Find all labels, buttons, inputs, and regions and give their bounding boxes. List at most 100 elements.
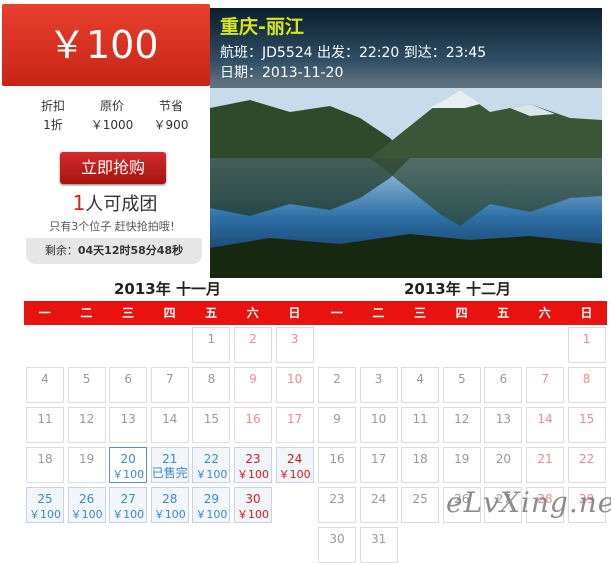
group-suffix: 人可成团 [85, 194, 158, 215]
day-number: 29 [203, 492, 220, 506]
day-number: 9 [333, 412, 341, 426]
day-number: 12 [78, 412, 95, 426]
site-watermark: eLvXing.net [446, 486, 611, 519]
calendar-day: 15 [192, 407, 231, 443]
calendar-day[interactable]: 29 ￥100 [192, 487, 231, 523]
price-value: ￥100 [48, 23, 159, 67]
day-number: 15 [203, 412, 220, 426]
day-number: 19 [454, 452, 470, 466]
november-title: 2013年 十一月 [114, 280, 221, 298]
calendar-day: 31 [359, 527, 398, 563]
calendar-day: 21 [526, 447, 564, 483]
day-number: 5 [457, 372, 466, 386]
day-number: 8 [582, 372, 591, 386]
day-price: ￥100 [153, 508, 186, 521]
day-price: ￥100 [29, 508, 61, 521]
calendar-day: 11 [26, 407, 64, 443]
day-number: 10 [286, 372, 303, 386]
day-number: 2 [333, 372, 341, 386]
day-number: 5 [82, 372, 91, 386]
day-number: 2 [249, 332, 257, 346]
weekday-label: 三 [121, 306, 134, 320]
day-number: 3 [374, 372, 383, 386]
day-number: 21 [537, 452, 553, 466]
day-number: 21 [162, 452, 178, 466]
calendar-day: 12 [67, 407, 106, 443]
stat-label: 节省 [158, 99, 183, 113]
calendar-day: 5 [67, 367, 106, 403]
day-price: ￥100 [195, 468, 228, 481]
day-price: ￥100 [112, 468, 145, 481]
day-number: 28 [162, 492, 178, 506]
day-number: 4 [416, 372, 424, 386]
day-number: 22 [203, 452, 220, 466]
countdown-value: 04天12时58分48秒 [77, 244, 184, 257]
calendar-day[interactable]: 20 ￥100 [109, 447, 148, 483]
calendar-day: 25 [401, 487, 440, 523]
day-number: 6 [499, 372, 508, 386]
calendar-day[interactable]: 22 ￥100 [192, 447, 231, 483]
calendar-day[interactable]: 23 ￥100 [234, 447, 272, 483]
day-price: ￥100 [195, 508, 228, 521]
day-price: ￥100 [237, 468, 269, 481]
calendar-day: 19 [67, 447, 106, 483]
day-price: ￥100 [237, 508, 269, 521]
calendar-day: 18 [401, 447, 440, 483]
day-number: 27 [120, 492, 136, 506]
calendar-day[interactable]: 28 ￥100 [150, 487, 189, 523]
calendar-day: 9 [318, 407, 356, 443]
day-number: 9 [249, 372, 257, 386]
calendar-day[interactable]: 24 ￥100 [275, 447, 314, 483]
calendar-day: 2 [234, 327, 272, 363]
calendar-day: 10 [359, 407, 398, 443]
calendar-day: 17 [275, 407, 314, 443]
destination-photo: 重庆-丽江 航班：JD5524 出发：22:20 到达：23:45 日期：201… [210, 8, 602, 278]
day-number: 31 [370, 532, 387, 546]
calendar-day: 16 [318, 447, 356, 483]
stat-value: ￥900 [153, 118, 189, 132]
calendar-day[interactable]: 27 ￥100 [109, 487, 148, 523]
day-number: 1 [207, 332, 216, 346]
countdown-timer: 剩余：04天12时58分48秒 [26, 238, 202, 264]
day-number: 18 [37, 452, 53, 466]
calendar-day: 20 [484, 447, 523, 483]
day-number: 16 [245, 412, 261, 426]
stat-label: 原价 [99, 99, 124, 113]
calendar-day: 19 [442, 447, 481, 483]
day-number: 8 [207, 372, 216, 386]
calendar-day[interactable]: 25 ￥100 [26, 487, 64, 523]
calendar-day: 22 [567, 447, 606, 483]
calendar-day: 18 [26, 447, 64, 483]
calendar-day[interactable]: 21 已售完 [150, 447, 189, 483]
weekday-label: 日 [288, 306, 301, 320]
calendar-day: 9 [234, 367, 272, 403]
day-number: 23 [245, 452, 261, 466]
calendar-day[interactable]: 30 ￥100 [234, 487, 272, 523]
calendar-day: 8 [567, 367, 606, 403]
day-price: ￥100 [278, 468, 311, 481]
day-number: 25 [412, 492, 428, 506]
stat-label: 折扣 [40, 99, 65, 113]
day-number: 12 [454, 412, 470, 426]
day-number: 25 [37, 492, 53, 506]
calendar-day: 12 [442, 407, 481, 443]
day-number: 30 [329, 532, 345, 546]
flight-info: 航班：JD5524 出发：22:20 到达：23:45 [220, 45, 487, 61]
calendar-day: 4 [401, 367, 440, 403]
day-number: 11 [412, 412, 428, 426]
day-number: 20 [495, 452, 512, 466]
calendar-day: 3 [359, 367, 398, 403]
day-number: 14 [162, 412, 178, 426]
buy-now-button[interactable]: 立即抢购 [60, 152, 166, 184]
weekday-label: 一 [330, 306, 343, 320]
calendar-day[interactable]: 26 ￥100 [67, 487, 106, 523]
day-number: 7 [165, 372, 174, 386]
deal-stats: 折扣 1折 原价 ￥1000 节省 ￥900 [24, 98, 200, 135]
day-number: 24 [370, 492, 387, 506]
day-number: 11 [37, 412, 53, 426]
weekday-label: 五 [205, 306, 218, 320]
group-requirement: 1人可成团 [30, 190, 200, 216]
calendar-day: 15 [567, 407, 606, 443]
calendar-day: 6 [484, 367, 523, 403]
weekday-label: 四 [163, 306, 176, 320]
